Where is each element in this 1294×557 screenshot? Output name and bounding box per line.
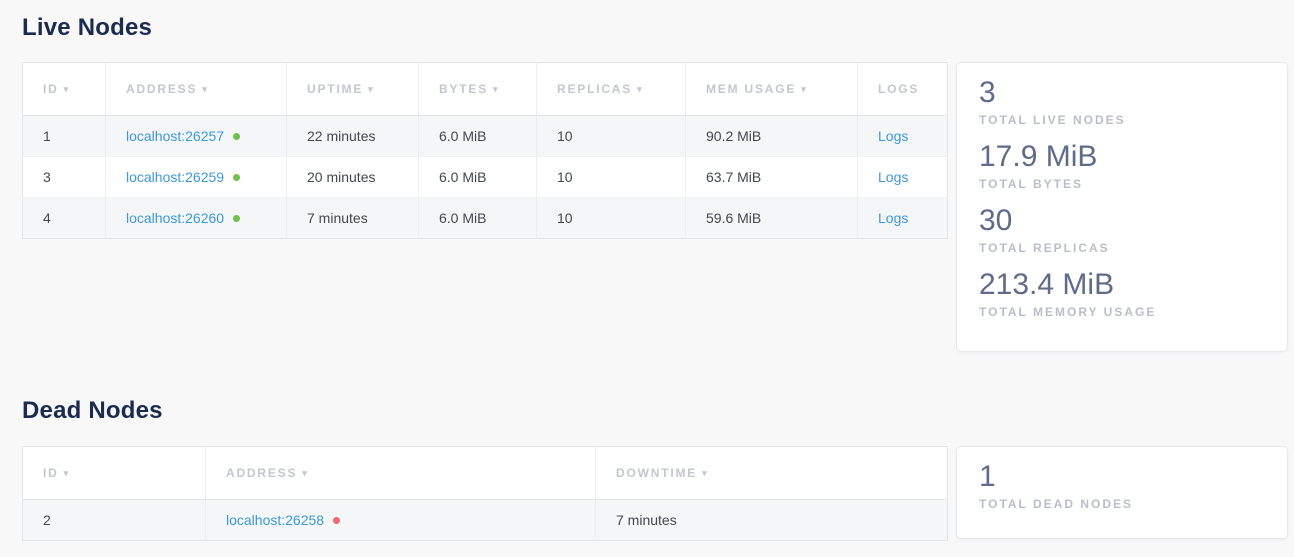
mem-usage-cell: 90.2 MiB [686,116,858,157]
total-live-nodes-label: TOTAL LIVE NODES [979,113,1265,127]
total-live-nodes-value: 3 [979,75,1265,111]
replicas-cell: 10 [537,198,686,239]
column-header-label: ID [43,82,59,96]
live-nodes-table: ID ▾ ADDRESS ▾ UPTIME ▾ BYTES ▾ REPLICAS ▾ ME… [22,62,948,239]
column-header-label: DOWNTIME [616,466,697,480]
total-bytes-label: TOTAL BYTES [979,177,1265,191]
dead-table-header-row: ID ▾ ADDRESS ▾ DOWNTIME ▾ [23,447,948,500]
column-header-label: UPTIME [307,82,363,96]
node-id-cell: 1 [23,116,106,157]
total-dead-nodes-value: 1 [979,459,1265,495]
nodes-overview-page: Live Nodes ID ▾ ADDRESS ▾ UPTIME ▾ BYTES ▾ R… [0,0,1294,541]
logs-link[interactable]: Logs [878,210,908,226]
live-nodes-title: Live Nodes [22,14,1294,42]
column-header-logs: LOGS [858,63,948,116]
logs-link[interactable]: Logs [878,169,908,185]
sort-arrow-icon: ▾ [702,468,708,478]
live-status-dot-icon [233,174,240,181]
uptime-cell: 20 minutes [287,157,419,198]
sort-arrow-icon: ▾ [64,84,70,94]
column-header-address[interactable]: ADDRESS ▾ [206,447,596,500]
uptime-cell: 7 minutes [287,198,419,239]
logs-link[interactable]: Logs [878,128,908,144]
live-status-dot-icon [233,215,240,222]
live-status-dot-icon [233,133,240,140]
sort-arrow-icon: ▾ [64,468,70,478]
sort-arrow-icon: ▾ [302,468,308,478]
dead-status-dot-icon [333,517,340,524]
total-replicas-label: TOTAL REPLICAS [979,241,1265,255]
downtime-cell: 7 minutes [596,500,948,541]
logs-cell: Logs [858,157,948,198]
column-header-downtime[interactable]: DOWNTIME ▾ [596,447,948,500]
node-id-cell: 4 [23,198,106,239]
column-header-label: LOGS [878,82,919,96]
column-header-label: ADDRESS [226,466,297,480]
sort-arrow-icon: ▾ [493,84,499,94]
column-header-uptime[interactable]: UPTIME ▾ [287,63,419,116]
column-header-label: BYTES [439,82,488,96]
live-node-row: 4 localhost:26260 7 minutes 6.0 MiB 10 5… [23,198,948,239]
total-memory-usage-label: TOTAL MEMORY USAGE [979,305,1265,319]
sort-arrow-icon: ▾ [202,84,208,94]
sort-arrow-icon: ▾ [368,84,374,94]
total-bytes-value: 17.9 MiB [979,139,1265,175]
column-header-address[interactable]: ADDRESS ▾ [106,63,287,116]
dead-nodes-table: ID ▾ ADDRESS ▾ DOWNTIME ▾ 2 localhost:26258… [22,446,948,541]
dead-nodes-title: Dead Nodes [22,397,1294,425]
live-node-row: 1 localhost:26257 22 minutes 6.0 MiB 10 … [23,116,948,157]
column-header-id[interactable]: ID ▾ [23,447,206,500]
column-header-replicas[interactable]: REPLICAS ▾ [537,63,686,116]
node-address-cell: localhost:26259 [106,157,287,198]
node-address-link[interactable]: localhost:26258 [226,512,324,528]
node-address-cell: localhost:26257 [106,116,287,157]
total-replicas-value: 30 [979,203,1265,239]
node-id-cell: 2 [23,500,206,541]
node-address-link[interactable]: localhost:26259 [126,169,224,185]
node-address-link[interactable]: localhost:26257 [126,128,224,144]
uptime-cell: 22 minutes [287,116,419,157]
column-header-label: ADDRESS [126,82,197,96]
replicas-cell: 10 [537,157,686,198]
column-header-mem-usage[interactable]: MEM USAGE ▾ [686,63,858,116]
bytes-cell: 6.0 MiB [419,198,537,239]
dead-node-row: 2 localhost:26258 7 minutes [23,500,948,541]
node-address-cell: localhost:26258 [206,500,596,541]
sort-arrow-icon: ▾ [637,84,643,94]
live-table-header-row: ID ▾ ADDRESS ▾ UPTIME ▾ BYTES ▾ REPLICAS ▾ ME… [23,63,948,116]
total-memory-usage-value: 213.4 MiB [979,267,1265,303]
mem-usage-cell: 63.7 MiB [686,157,858,198]
column-header-label: MEM USAGE [706,82,796,96]
bytes-cell: 6.0 MiB [419,157,537,198]
logs-cell: Logs [858,198,948,239]
mem-usage-cell: 59.6 MiB [686,198,858,239]
sort-arrow-icon: ▾ [801,84,807,94]
node-address-link[interactable]: localhost:26260 [126,210,224,226]
column-header-id[interactable]: ID ▾ [23,63,106,116]
column-header-bytes[interactable]: BYTES ▾ [419,63,537,116]
live-nodes-summary-card: 3 TOTAL LIVE NODES 17.9 MiB TOTAL BYTES … [956,62,1288,352]
logs-cell: Logs [858,116,948,157]
replicas-cell: 10 [537,116,686,157]
node-address-cell: localhost:26260 [106,198,287,239]
column-header-label: ID [43,466,59,480]
dead-nodes-section: ID ▾ ADDRESS ▾ DOWNTIME ▾ 2 localhost:26258… [22,446,1294,541]
bytes-cell: 6.0 MiB [419,116,537,157]
column-header-label: REPLICAS [557,82,632,96]
live-nodes-section: ID ▾ ADDRESS ▾ UPTIME ▾ BYTES ▾ REPLICAS ▾ ME… [22,62,1294,352]
node-id-cell: 3 [23,157,106,198]
live-node-row: 3 localhost:26259 20 minutes 6.0 MiB 10 … [23,157,948,198]
total-dead-nodes-label: TOTAL DEAD NODES [979,497,1265,511]
dead-nodes-summary-card: 1 TOTAL DEAD NODES [956,446,1288,539]
